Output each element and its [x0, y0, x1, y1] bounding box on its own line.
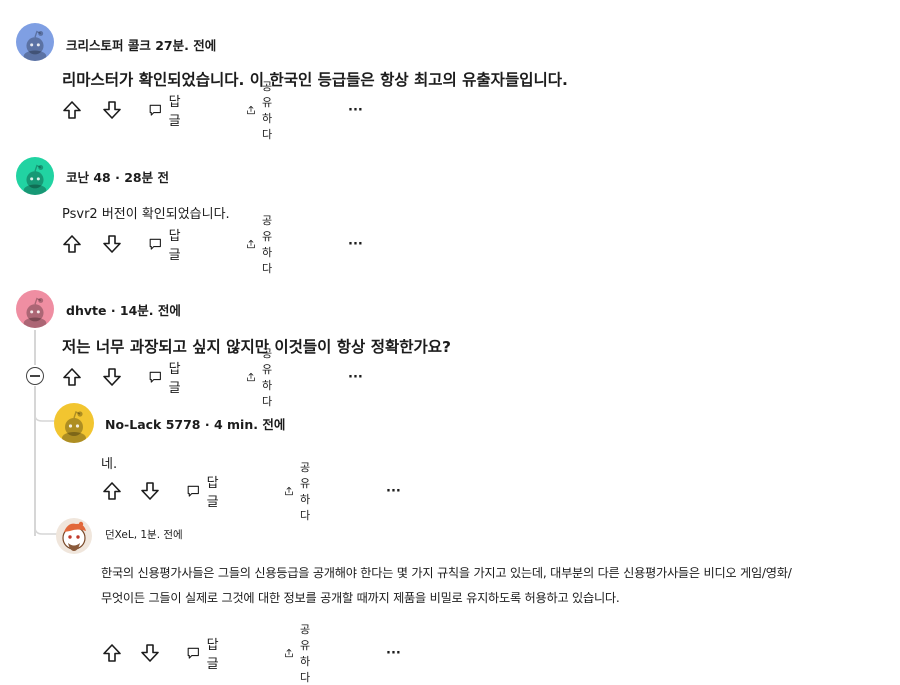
comment-body-line: 무엇이든 그들이 실제로 그것에 대한 정보를 공개할 때까지 제품을 비밀로 …: [101, 591, 620, 605]
more-options-button[interactable]: ···: [348, 231, 363, 257]
reply-icon: [186, 643, 201, 663]
author-name[interactable]: 코난 48: [66, 170, 111, 185]
upvote-button[interactable]: [62, 97, 82, 123]
more-options-button[interactable]: ···: [386, 640, 401, 666]
comment-timestamp: · 14분. 전에: [110, 303, 181, 318]
thread-branch-line: [34, 518, 58, 535]
avatar[interactable]: [16, 290, 54, 328]
comment-timestamp: 1분. 전에: [140, 529, 183, 541]
downvote-button[interactable]: [102, 97, 122, 123]
share-label: 공유하다: [261, 80, 273, 141]
more-options-button[interactable]: ···: [386, 478, 401, 504]
thread-branch-line: [34, 405, 56, 422]
share-button[interactable]: 공유하다: [246, 80, 282, 141]
comment-body: 저는 너무 과장되고 싶지 않지만 이것들이 항상 정확한가요?: [62, 338, 452, 356]
reply-button[interactable]: 답글: [148, 95, 186, 129]
author-name[interactable]: 크리스토퍼 콜크: [66, 38, 151, 53]
downvote-icon: [102, 100, 122, 120]
share-icon: [246, 367, 256, 387]
reply-label: 답글: [168, 95, 181, 129]
downvote-icon: [140, 643, 160, 663]
more-options-button[interactable]: ···: [348, 364, 363, 390]
author-name[interactable]: dhvte: [66, 303, 106, 318]
reply-button[interactable]: 답글: [148, 362, 186, 396]
share-button[interactable]: 공유하다: [284, 623, 320, 684]
share-icon: [284, 481, 294, 501]
avatar[interactable]: [56, 518, 92, 554]
comment-author[interactable]: 코난 48 · 28분 전: [66, 167, 169, 186]
author-name[interactable]: 던XeL,: [105, 529, 137, 541]
comment-author[interactable]: dhvte · 14분. 전에: [66, 300, 181, 319]
downvote-icon: [102, 234, 122, 254]
comment-author[interactable]: 크리스토퍼 콜크 27분. 전에: [66, 35, 216, 54]
share-button[interactable]: 공유하다: [246, 347, 282, 408]
reply-icon: [148, 234, 163, 254]
downvote-button[interactable]: [140, 640, 160, 666]
comment-body: Psvr2 버전이 확인되었습니다.: [62, 207, 230, 222]
reply-label: 답글: [168, 229, 181, 263]
reply-icon: [186, 481, 201, 501]
comment-timestamp: · 4 min. 전에: [204, 417, 286, 432]
upvote-button[interactable]: [62, 364, 82, 390]
snoo-avatar-icon: [16, 290, 54, 328]
reply-button[interactable]: 답글: [186, 476, 224, 510]
share-button[interactable]: 공유하다: [246, 214, 282, 275]
upvote-icon: [62, 100, 82, 120]
reply-icon: [148, 100, 163, 120]
downvote-button[interactable]: [102, 231, 122, 257]
comment-timestamp: 27분. 전에: [155, 38, 217, 53]
upvote-button[interactable]: [102, 640, 122, 666]
share-label: 공유하다: [261, 214, 273, 275]
share-label: 공유하다: [299, 461, 311, 522]
reply-label: 답글: [206, 638, 219, 672]
author-name[interactable]: No-Lack 5778: [105, 417, 201, 432]
reply-label: 답글: [206, 476, 219, 510]
share-icon: [284, 643, 294, 663]
downvote-button[interactable]: [140, 478, 160, 504]
comment-body: 네.: [101, 457, 118, 472]
comment-author[interactable]: No-Lack 5778 · 4 min. 전에: [105, 414, 285, 433]
collapse-thread-button[interactable]: [26, 367, 44, 385]
avatar[interactable]: [16, 23, 54, 61]
share-icon: [246, 234, 256, 254]
downvote-icon: [140, 481, 160, 501]
share-button[interactable]: 공유하다: [284, 461, 320, 522]
reply-button[interactable]: 답글: [186, 638, 224, 672]
downvote-button[interactable]: [102, 364, 122, 390]
snoo-avatar-icon: [16, 157, 54, 195]
comment-author[interactable]: 던XeL, 1분. 전에: [105, 527, 183, 542]
comment-timestamp: · 28분 전: [115, 170, 169, 185]
thread-line[interactable]: [34, 330, 36, 365]
comment-body-line: 한국의 신용평가사들은 그들의 신용등급을 공개해야 한다는 몇 가지 규칙을 …: [101, 566, 792, 580]
reply-label: 답글: [168, 362, 181, 396]
upvote-button[interactable]: [62, 231, 82, 257]
reply-button[interactable]: 답글: [148, 229, 186, 263]
share-label: 공유하다: [299, 623, 311, 684]
snoo-avatar-icon: [54, 403, 94, 443]
comment-body: 리마스터가 확인되었습니다. 이 한국인 등급들은 항상 최고의 유출자들입니다…: [62, 71, 568, 89]
reply-icon: [148, 367, 163, 387]
avatar[interactable]: [54, 403, 94, 443]
more-options-button[interactable]: ···: [348, 97, 363, 123]
downvote-icon: [102, 367, 122, 387]
snoo-avatar-icon: [16, 23, 54, 61]
upvote-button[interactable]: [102, 478, 122, 504]
share-label: 공유하다: [261, 347, 273, 408]
custom-avatar-icon: [62, 521, 86, 551]
share-icon: [246, 100, 256, 120]
upvote-icon: [62, 234, 82, 254]
upvote-icon: [102, 643, 122, 663]
upvote-icon: [102, 481, 122, 501]
avatar[interactable]: [16, 157, 54, 195]
upvote-icon: [62, 367, 82, 387]
